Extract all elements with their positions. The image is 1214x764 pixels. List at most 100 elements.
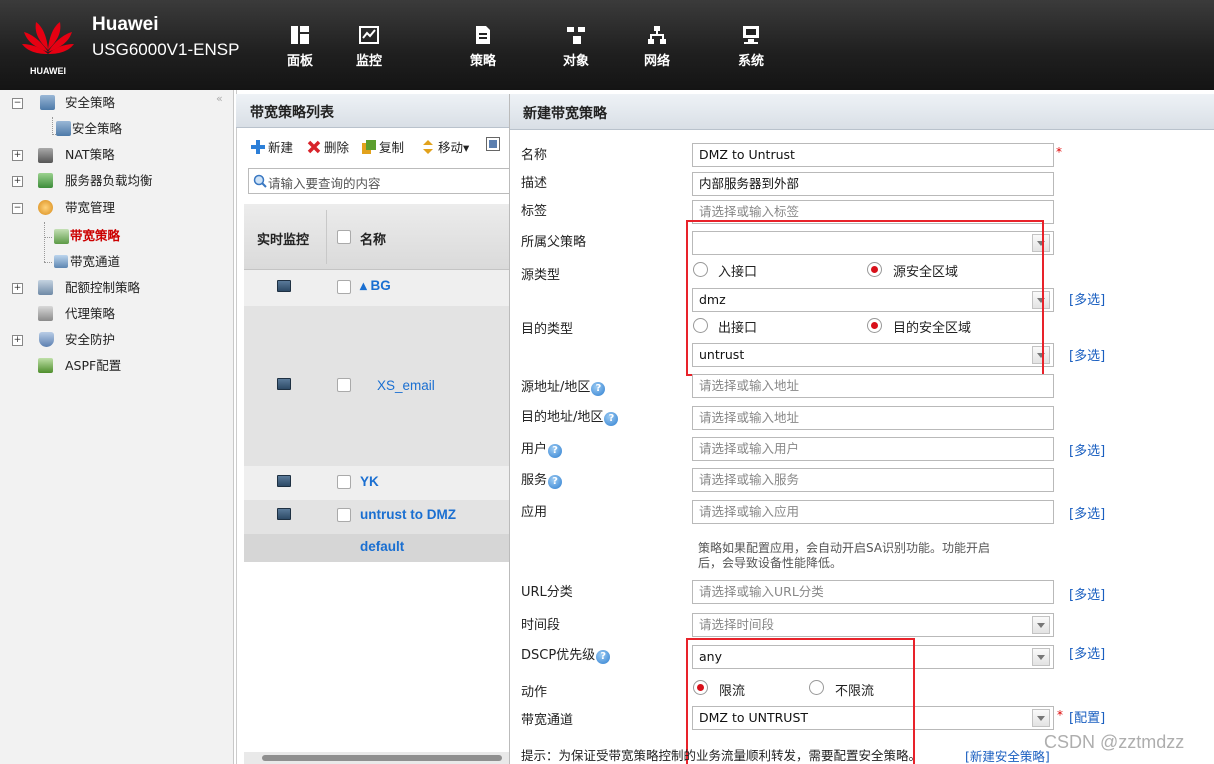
name-field[interactable]: DMZ to Untrust	[692, 143, 1054, 167]
source-zone-multi-select-link[interactable]: [多选]	[1069, 289, 1105, 308]
expand-icon[interactable]: +	[12, 176, 23, 187]
sidebar-item-proxy-policy[interactable]: 代理策略	[12, 303, 222, 325]
expand-icon[interactable]: +	[12, 335, 23, 346]
dialog-title-bar	[510, 94, 1214, 130]
bandwidth-channel-icon	[54, 255, 68, 268]
help-icon[interactable]: ?	[591, 382, 606, 396]
copy-button[interactable]: 复制	[362, 137, 404, 156]
monitor-icon[interactable]	[277, 280, 291, 292]
source-address-label: 源地址/地区?	[521, 376, 606, 396]
sidebar-item-security-policy[interactable]: 安全策略	[56, 118, 216, 140]
destination-zone-multi-select-link[interactable]: [多选]	[1069, 345, 1105, 364]
sidebar-item-bandwidth-policy[interactable]: 带宽策略	[54, 225, 214, 247]
help-icon[interactable]: ?	[604, 412, 619, 426]
scrollbar-thumb[interactable]	[262, 755, 502, 761]
security-policy-icon	[56, 121, 71, 136]
destination-address-field[interactable]: 请选择或输入地址	[692, 406, 1054, 430]
sidebar-item-server-load-balance[interactable]: + 服务器负载均衡	[12, 170, 222, 192]
row-name[interactable]: YK	[360, 474, 379, 489]
tree-connector	[52, 117, 53, 135]
sidebar-item-security-protection[interactable]: + 安全防护	[12, 329, 222, 351]
sidebar-item-quota-control[interactable]: + 配额控制策略	[12, 277, 222, 299]
nav-network[interactable]: 网络	[627, 24, 687, 69]
nav-network-label: 网络	[643, 54, 670, 69]
sidebar-item-label: 服务器负载均衡	[65, 173, 153, 188]
quota-control-icon	[38, 280, 53, 295]
monitor-icon[interactable]	[277, 378, 291, 390]
user-multi-select-link[interactable]: [多选]	[1069, 440, 1105, 459]
brand-name: Huawei	[92, 14, 159, 35]
source-address-field[interactable]: 请选择或输入地址	[692, 374, 1054, 398]
move-icon	[421, 140, 435, 154]
move-button[interactable]: 移动▾	[421, 137, 469, 156]
sidebar-item-nat-policy[interactable]: + NAT策略	[12, 144, 222, 166]
nav-policy[interactable]: 策略	[453, 24, 513, 69]
user-field[interactable]: 请选择或输入用户	[692, 437, 1054, 461]
expand-icon[interactable]: +	[12, 150, 23, 161]
new-security-policy-link[interactable]: [新建安全策略]	[965, 746, 1050, 764]
column-header-name[interactable]: 名称	[360, 229, 386, 248]
service-label: 服务?	[521, 469, 563, 489]
row-checkbox[interactable]	[337, 508, 351, 522]
expand-icon[interactable]: +	[12, 283, 23, 294]
plus-icon	[251, 140, 265, 154]
url-category-multi-select-link[interactable]: [多选]	[1069, 584, 1105, 603]
chevron-down-icon[interactable]	[1032, 616, 1050, 634]
application-field[interactable]: 请选择或输入应用	[692, 500, 1054, 524]
collapse-icon[interactable]: −	[12, 98, 23, 109]
help-icon[interactable]: ?	[548, 444, 563, 458]
policy-icon	[476, 26, 490, 44]
chevron-down-icon[interactable]	[1032, 709, 1050, 727]
user-label-text: 用户	[521, 442, 548, 457]
copy-icon	[362, 140, 376, 154]
nav-monitor[interactable]: 监控	[339, 24, 399, 69]
sidebar-item-bandwidth-channel[interactable]: 带宽通道	[54, 251, 214, 273]
nav-object[interactable]: 对象	[546, 24, 606, 69]
top-header: HUAWEI Huawei USG6000V1-ENSP 面板 监控 策略 对象…	[0, 0, 1214, 90]
monitor-icon[interactable]	[277, 508, 291, 520]
bandwidth-channel-config-link[interactable]: [配置]	[1069, 707, 1105, 726]
tree-connector	[44, 222, 45, 262]
search-icon	[253, 174, 267, 188]
help-icon[interactable]: ?	[596, 650, 611, 664]
more-toolbar-button[interactable]	[486, 137, 503, 152]
source-address-label-text: 源地址/地区	[521, 380, 591, 395]
sidebar-item-label: 安全防护	[65, 332, 116, 347]
delete-button-label: 删除	[324, 140, 350, 155]
nav-system[interactable]: 系统	[721, 24, 781, 69]
row-name[interactable]: XS_email	[377, 378, 435, 393]
row-checkbox[interactable]	[337, 378, 351, 392]
sidebar-item-aspf[interactable]: ASPF配置	[12, 355, 222, 377]
proxy-policy-icon	[38, 306, 53, 321]
application-multi-select-link[interactable]: [多选]	[1069, 503, 1105, 522]
device-model: USG6000V1-ENSP	[92, 40, 240, 59]
row-name[interactable]: ▴ BG	[360, 278, 391, 294]
aspf-icon	[38, 358, 53, 373]
select-all-checkbox[interactable]	[337, 230, 351, 244]
row-checkbox[interactable]	[337, 280, 351, 294]
row-name-default[interactable]: default	[360, 539, 404, 554]
row-checkbox[interactable]	[337, 475, 351, 489]
description-field[interactable]: 内部服务器到外部	[692, 172, 1054, 196]
network-icon	[648, 26, 666, 44]
sidebar-item-label: NAT策略	[65, 147, 115, 162]
delete-button[interactable]: 删除	[307, 137, 349, 156]
url-category-field[interactable]: 请选择或输入URL分类	[692, 580, 1054, 604]
monitor-icon[interactable]	[277, 475, 291, 487]
sidebar-item-bandwidth-management[interactable]: − 带宽管理	[12, 197, 222, 219]
destination-type-label: 目的类型	[521, 322, 574, 337]
nav-dashboard-label: 面板	[286, 54, 313, 69]
monitor-icon	[359, 26, 379, 44]
service-field[interactable]: 请选择或输入服务	[692, 468, 1054, 492]
new-button[interactable]: 新建	[251, 137, 293, 156]
sidebar-item-security-policy-group[interactable]: − 安全策略	[12, 92, 222, 114]
row-name[interactable]: untrust to DMZ	[360, 507, 456, 522]
dscp-multi-select-link[interactable]: [多选]	[1069, 643, 1105, 662]
collapse-icon[interactable]: −	[12, 203, 23, 214]
time-range-select[interactable]: 请选择时间段	[692, 613, 1054, 637]
user-label: 用户?	[521, 438, 563, 458]
highlight-box-zones	[686, 220, 1044, 376]
nav-dashboard[interactable]: 面板	[270, 24, 330, 69]
help-icon[interactable]: ?	[548, 475, 563, 489]
chevron-down-icon[interactable]	[1032, 648, 1050, 666]
